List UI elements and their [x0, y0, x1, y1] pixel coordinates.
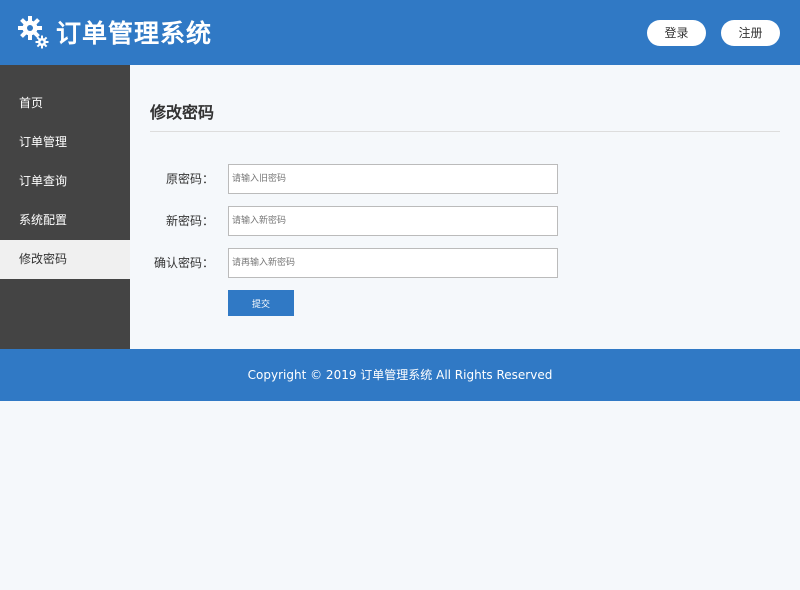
new-password-input[interactable] [228, 206, 558, 236]
sidebar-item-order-management[interactable]: 订单管理 [0, 123, 130, 162]
old-password-input[interactable] [228, 164, 558, 194]
new-password-label: 新密码： [165, 214, 214, 228]
confirm-password-input[interactable] [228, 248, 558, 278]
register-button[interactable]: 注册 [721, 20, 780, 46]
submit-button[interactable]: 提交 [228, 290, 294, 316]
title-divider [150, 131, 780, 132]
copyright-text: Copyright © 2019 订单管理系统 All Rights Reser… [247, 368, 553, 382]
sidebar-item-home[interactable]: 首页 [0, 84, 130, 123]
sidebar-item-system-config[interactable]: 系统配置 [0, 201, 130, 240]
confirm-password-row: 确认密码： [130, 248, 800, 278]
page-title: 修改密码 [150, 103, 215, 122]
login-button[interactable]: 登录 [647, 20, 706, 46]
page-footer: Copyright © 2019 订单管理系统 All Rights Reser… [0, 349, 800, 401]
old-password-row: 原密码： [130, 164, 800, 194]
sidebar-nav: 首页 订单管理 订单查询 系统配置 修改密码 [0, 65, 130, 349]
main-content: 修改密码 原密码： 新密码： 确认密码： 提交 [130, 65, 800, 349]
app-title: 订单管理系统 [56, 19, 213, 48]
sidebar-item-order-query[interactable]: 订单查询 [0, 162, 130, 201]
top-header: 订单管理系统 登录 注册 [0, 0, 800, 65]
logo: 订单管理系统 [18, 14, 212, 50]
sidebar-item-change-password[interactable]: 修改密码 [0, 240, 130, 279]
old-password-label: 原密码： [165, 172, 214, 186]
gears-icon [18, 15, 50, 49]
confirm-password-label: 确认密码： [153, 256, 214, 270]
new-password-row: 新密码： [130, 206, 800, 236]
